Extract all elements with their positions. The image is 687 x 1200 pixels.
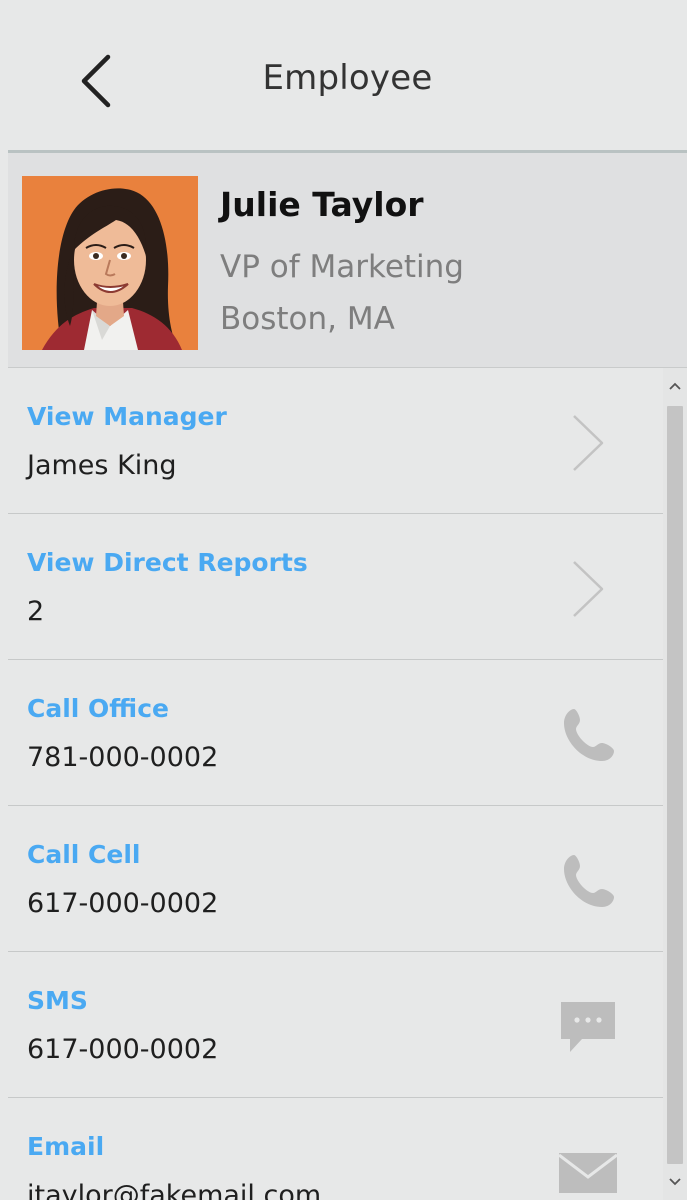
header-bar: Employee	[8, 6, 687, 153]
chevron-down-icon	[669, 1178, 681, 1186]
list-item-label: Call Office	[27, 694, 169, 723]
list-item-value: 617-000-0002	[27, 1034, 219, 1065]
list-item-label: SMS	[27, 986, 88, 1015]
employee-name: Julie Taylor	[220, 185, 424, 224]
employee-screen: Employee Julie Taylor VP of Marketing Bo…	[0, 0, 687, 1200]
chevron-right-icon	[553, 554, 623, 624]
employee-location: Boston, MA	[220, 301, 395, 337]
list-item-value: James King	[27, 450, 177, 481]
list-item-view-direct-reports[interactable]: View Direct Reports 2	[8, 514, 663, 660]
scroll-down-button[interactable]	[663, 1164, 687, 1200]
list-item-label: Email	[27, 1132, 105, 1161]
list-item-label: Call Cell	[27, 840, 141, 869]
list-scrollbar[interactable]	[663, 368, 687, 1200]
chevron-right-icon	[553, 408, 623, 478]
employee-portrait-illustration	[22, 176, 198, 350]
chevron-left-icon	[81, 54, 111, 108]
list-item-value: 2	[27, 596, 45, 627]
chat-bubble-icon	[553, 992, 623, 1062]
scroll-up-button[interactable]	[663, 368, 687, 404]
list-item-call-cell[interactable]: Call Cell 617-000-0002	[8, 806, 663, 952]
list-item-value: 781-000-0002	[27, 742, 219, 773]
list-item-value: 617-000-0002	[27, 888, 219, 919]
list-item-view-manager[interactable]: View Manager James King	[8, 368, 663, 514]
envelope-icon	[553, 1138, 623, 1200]
scrollbar-thumb[interactable]	[667, 406, 683, 1164]
phone-icon	[553, 846, 623, 916]
employee-job-title: VP of Marketing	[220, 249, 464, 285]
phone-icon	[553, 700, 623, 770]
list-item-label: View Manager	[27, 402, 227, 431]
list-item-call-office[interactable]: Call Office 781-000-0002	[8, 660, 663, 806]
chevron-up-icon	[669, 382, 681, 390]
employee-profile-card: Julie Taylor VP of Marketing Boston, MA	[8, 153, 687, 368]
list-item-email[interactable]: Email jtaylor@fakemail.com	[8, 1098, 663, 1200]
back-button[interactable]	[70, 46, 122, 116]
list-item-value: jtaylor@fakemail.com	[27, 1180, 322, 1200]
avatar	[22, 176, 198, 350]
list-item-sms[interactable]: SMS 617-000-0002	[8, 952, 663, 1098]
list-item-label: View Direct Reports	[27, 548, 308, 577]
employee-actions-list: View Manager James King View Direct Repo…	[8, 368, 663, 1200]
